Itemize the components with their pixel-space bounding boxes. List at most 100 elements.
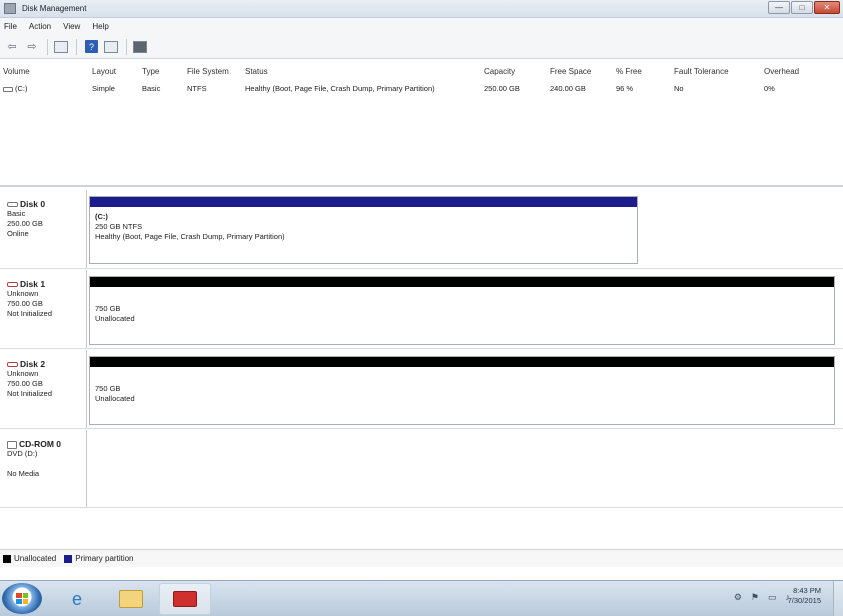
toolbar-separator (76, 38, 77, 55)
unallocated-bar (90, 277, 834, 287)
disk-management-icon (4, 3, 16, 14)
minimize-button[interactable]: — (768, 1, 790, 14)
properties-icon (104, 40, 118, 53)
disk-type: Unknown (7, 289, 39, 298)
taskbar: e ⚙ ⚑ ▭ ♪ 8:43 PM 7/30/2015 (0, 580, 843, 616)
menu-action[interactable]: Action (29, 22, 51, 31)
column-header-layout[interactable]: Layout (92, 67, 116, 76)
volume-list: Volume Layout Type File System Status Ca… (0, 62, 843, 187)
region-size: 750 GB (95, 304, 121, 313)
show-hide-console-tree-button[interactable] (52, 39, 70, 55)
clock-time: 8:43 PM (793, 586, 821, 595)
capacity-cell: 250.00 GB (484, 84, 520, 93)
partition-size: 250 GB NTFS (95, 222, 143, 231)
disk-type: DVD (D:) (7, 449, 38, 458)
volume-cell: (C:) (3, 84, 28, 93)
toolbar-separator (126, 38, 127, 55)
internet-explorer-icon[interactable]: e (51, 583, 103, 615)
disk-size: 250.00 GB (7, 219, 43, 228)
unallocated-region-disk-2[interactable]: 750 GB Unallocated (89, 356, 835, 425)
column-header-overhead[interactable]: Overhead (764, 67, 799, 76)
column-header-file-system[interactable]: File System (187, 67, 229, 76)
disk-name: Disk 2 (20, 359, 46, 369)
unallocated-bar (90, 357, 834, 367)
window-controls: — □ ✕ (767, 1, 840, 15)
disk-warning-icon (7, 362, 18, 368)
volume-name: (C:) (15, 84, 28, 93)
legend-swatch-primary-partition (64, 554, 73, 563)
menu-help[interactable]: Help (92, 22, 108, 31)
disk-state: Online (7, 229, 29, 238)
column-header-free-space[interactable]: Free Space (550, 67, 591, 76)
disk-label-cd-rom-0[interactable]: CD-ROM 0 DVD (D:) No Media (0, 430, 87, 507)
column-header-type[interactable]: Type (142, 67, 159, 76)
disk-warning-icon (7, 282, 18, 288)
menu-view[interactable]: View (63, 22, 80, 31)
legend-label-unallocated: Unallocated (14, 554, 57, 563)
window-title: Disk Management (22, 4, 87, 13)
region-size: 750 GB (95, 384, 121, 393)
windows-logo-icon (16, 593, 28, 604)
legend-swatch-unallocated (3, 554, 11, 563)
show-desktop-button[interactable] (833, 581, 843, 616)
layout-cell: Simple (92, 84, 115, 93)
disk-size: 750.00 GB (7, 299, 43, 308)
start-button[interactable] (2, 583, 42, 614)
network-icon[interactable]: ⚙ (734, 592, 742, 603)
fault-tolerance-cell: No (674, 84, 684, 93)
console-tree-icon (54, 40, 68, 53)
toolbox-icon[interactable] (159, 583, 211, 615)
disk-state: No Media (7, 469, 40, 478)
clock[interactable]: 8:43 PM 7/30/2015 (788, 586, 821, 606)
column-header-volume[interactable]: Volume (3, 67, 30, 76)
disk-name: CD-ROM 0 (19, 439, 62, 449)
menu-file[interactable]: File (4, 22, 17, 31)
status-cell: Healthy (Boot, Page File, Crash Dump, Pr… (245, 84, 435, 93)
settings-icon (133, 40, 147, 53)
unallocated-region-disk-1[interactable]: 750 GB Unallocated (89, 276, 835, 345)
column-header-status[interactable]: Status (245, 67, 268, 76)
menu-bar: File Action View Help (0, 18, 843, 35)
partition-c[interactable]: (C:) 250 GB NTFS Healthy (Boot, Page Fil… (89, 196, 638, 264)
legend-label-primary-partition: Primary partition (75, 554, 134, 563)
disk-row-disk-2: Disk 2 Unknown 750.00 GB Not Initialized… (0, 350, 843, 429)
region-status: Unallocated (95, 314, 135, 323)
settings-button[interactable] (131, 39, 149, 55)
region-status: Unallocated (95, 394, 135, 403)
windows-explorer-icon[interactable] (105, 583, 157, 615)
properties-button[interactable] (102, 39, 120, 55)
column-header-percent-free[interactable]: % Free (616, 67, 642, 76)
disk-row-disk-0: Disk 0 Basic 250.00 GB Online (C:) 250 G… (0, 190, 843, 269)
close-button[interactable]: ✕ (814, 1, 840, 14)
toolbar-separator (47, 38, 48, 55)
drive-icon (3, 86, 13, 92)
disk-name: Disk 1 (20, 279, 46, 289)
back-button[interactable]: ⇦ (3, 39, 21, 55)
overhead-cell: 0% (764, 84, 775, 93)
disk-name: Disk 0 (20, 199, 46, 209)
flag-icon[interactable]: ⚑ (751, 592, 759, 603)
toolbar: ⇦ ⇨ ? (0, 35, 843, 59)
cd-rom-icon (7, 440, 17, 449)
disk-label-disk-1[interactable]: Disk 1 Unknown 750.00 GB Not Initialized (0, 270, 87, 348)
disk-type: Unknown (7, 369, 39, 378)
maximize-button[interactable]: □ (791, 1, 813, 14)
monitor-icon[interactable]: ▭ (768, 592, 777, 603)
forward-button[interactable]: ⇨ (23, 39, 41, 55)
primary-partition-bar (90, 197, 637, 207)
file-system-cell: NTFS (187, 84, 207, 93)
disk-row-cd-rom-0: CD-ROM 0 DVD (D:) No Media (0, 430, 843, 508)
title-bar: Disk Management — □ ✕ (0, 0, 843, 18)
disk-type: Basic (7, 209, 26, 218)
disk-label-disk-2[interactable]: Disk 2 Unknown 750.00 GB Not Initialized (0, 350, 87, 428)
disk-icon (7, 202, 18, 208)
disk-row-disk-1: Disk 1 Unknown 750.00 GB Not Initialized… (0, 270, 843, 349)
help-button[interactable]: ? (85, 40, 98, 53)
clock-date: 7/30/2015 (787, 596, 821, 605)
disk-label-disk-0[interactable]: Disk 0 Basic 250.00 GB Online (0, 190, 87, 268)
column-header-capacity[interactable]: Capacity (484, 67, 515, 76)
percent-free-cell: 96 % (616, 84, 634, 93)
column-header-fault-tolerance[interactable]: Fault Tolerance (674, 67, 729, 76)
disk-size: 750.00 GB (7, 379, 43, 388)
